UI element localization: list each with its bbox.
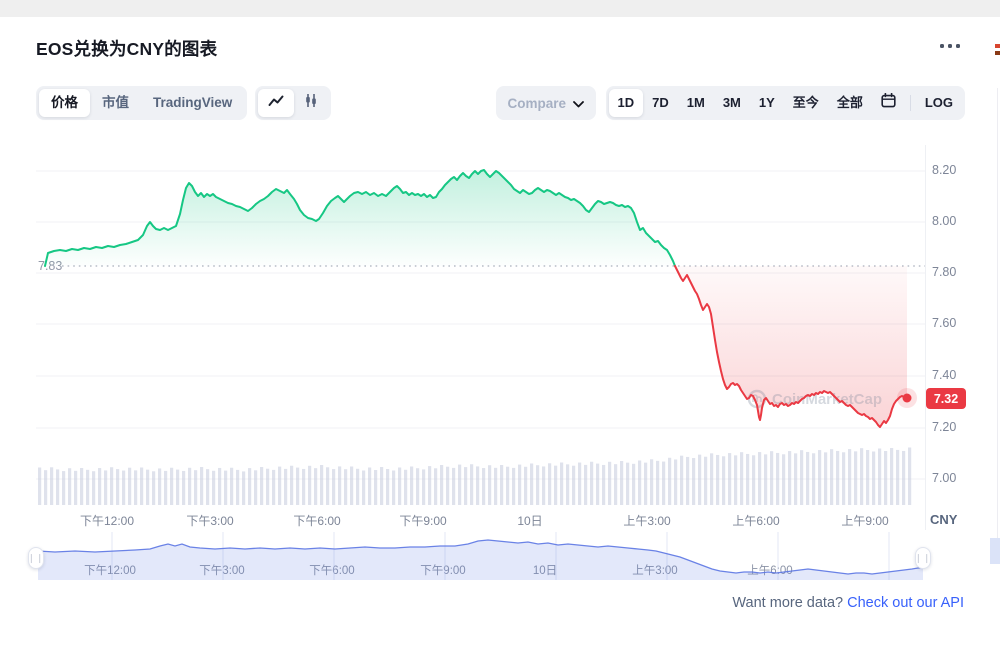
divider bbox=[910, 95, 911, 111]
api-link[interactable]: Check out our API bbox=[847, 595, 964, 611]
navigator-axis-label: 下午3:00 bbox=[199, 562, 244, 578]
y-axis-label: 7.60 bbox=[932, 316, 956, 330]
navigator-axis-label: 上午3:00 bbox=[632, 562, 677, 578]
calendar-button[interactable] bbox=[872, 88, 905, 118]
top-page-strip bbox=[0, 0, 1000, 17]
navigator-axis-label: 下午12:00 bbox=[84, 562, 136, 578]
range-7d[interactable]: 7D bbox=[643, 89, 678, 117]
chevron-down-icon bbox=[573, 96, 584, 111]
api-promo-text: Want more data? bbox=[732, 595, 847, 611]
open-price-label: 7.83 bbox=[38, 259, 62, 273]
chart-mode-tabs: 价格 市值 TradingView bbox=[36, 86, 247, 120]
navigator-axis-label: 上午6:00 bbox=[747, 562, 792, 578]
x-axis-label: 下午3:00 bbox=[186, 512, 233, 529]
line-chart-type-button[interactable] bbox=[258, 89, 294, 117]
page-title: EOS兑换为CNY的图表 bbox=[36, 36, 217, 61]
range-3m[interactable]: 3M bbox=[714, 89, 750, 117]
navigator-right-handle[interactable]: ❘❘ bbox=[915, 547, 931, 569]
more-menu-icon[interactable] bbox=[940, 44, 960, 48]
compare-label: Compare bbox=[508, 96, 567, 111]
range-controls: Compare 1D 7D 1M 3M 1Y 至今 全部 LO bbox=[496, 86, 965, 120]
y-axis-label: 7.40 bbox=[932, 368, 956, 382]
range-1y[interactable]: 1Y bbox=[750, 89, 784, 117]
y-axis-label: 8.00 bbox=[932, 214, 956, 228]
eos-cny-chart-page: EOS兑换为CNY的图表 价格 市值 TradingView Com bbox=[0, 0, 1000, 650]
calendar-icon bbox=[881, 93, 896, 113]
x-axis-label: 下午9:00 bbox=[399, 512, 446, 529]
range-1d[interactable]: 1D bbox=[609, 89, 644, 117]
navigator-axis-label: 下午6:00 bbox=[309, 562, 354, 578]
y-axis-label: 7.80 bbox=[932, 265, 956, 279]
compare-dropdown[interactable]: Compare bbox=[496, 86, 596, 120]
api-promo: Want more data? Check out our API bbox=[732, 595, 964, 611]
navigator-axis-label: 下午9:00 bbox=[420, 562, 465, 578]
clipped-widget-fragment bbox=[995, 51, 1000, 55]
y-axis-label: 7.00 bbox=[932, 471, 956, 485]
range-1m[interactable]: 1M bbox=[678, 89, 714, 117]
tab-marketcap[interactable]: 市值 bbox=[90, 89, 141, 117]
chart-toolbar: 价格 市值 TradingView Compare bbox=[36, 86, 965, 120]
candlestick-chart-type-button[interactable] bbox=[294, 88, 328, 118]
chart-type-switch bbox=[255, 86, 331, 120]
log-scale-toggle[interactable]: LOG bbox=[916, 89, 962, 117]
line-chart-icon bbox=[268, 94, 284, 112]
navigator-axis-label: 10日 bbox=[533, 562, 557, 578]
y-axis-label: 7.20 bbox=[932, 420, 956, 434]
x-axis-label: 上午9:00 bbox=[841, 512, 888, 529]
candlestick-icon bbox=[304, 93, 318, 113]
x-axis-label: 上午6:00 bbox=[732, 512, 779, 529]
y-axis-label: 8.20 bbox=[932, 163, 956, 177]
range-all[interactable]: 全部 bbox=[828, 89, 872, 117]
x-axis-label: 下午6:00 bbox=[293, 512, 340, 529]
clipped-widget-fragment bbox=[995, 44, 1000, 48]
tab-tradingview[interactable]: TradingView bbox=[141, 89, 244, 117]
clipped-navigator-fragment bbox=[990, 538, 1000, 564]
tab-price[interactable]: 价格 bbox=[39, 89, 90, 117]
axis-currency-label: CNY bbox=[930, 512, 957, 527]
x-axis-label: 10日 bbox=[517, 512, 542, 529]
x-axis-label: 上午3:00 bbox=[623, 512, 670, 529]
clipped-panel-border bbox=[997, 88, 998, 560]
x-axis-label: 下午12:00 bbox=[80, 512, 134, 529]
time-range-selector: 1D 7D 1M 3M 1Y 至今 全部 LOG bbox=[606, 86, 965, 120]
navigator-left-handle[interactable]: ❘❘ bbox=[28, 547, 44, 569]
last-price-badge: 7.32 bbox=[926, 388, 966, 409]
range-ytd[interactable]: 至今 bbox=[784, 89, 828, 117]
svg-text:CoinMarketCap: CoinMarketCap bbox=[772, 391, 882, 408]
